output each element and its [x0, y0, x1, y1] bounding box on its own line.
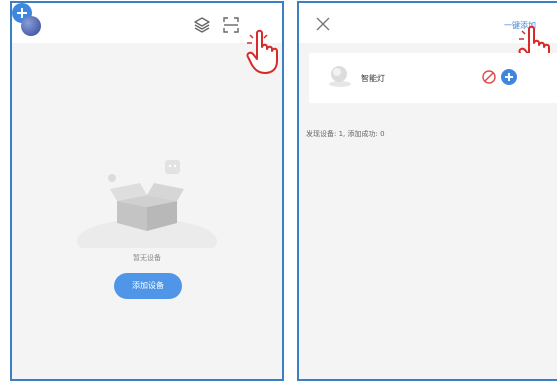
- discovery-screen: 一键添加 智能灯 发现设备: 1, 添加成功: 0: [297, 1, 557, 381]
- empty-box-illustration: [77, 160, 217, 248]
- avatar[interactable]: [21, 16, 41, 36]
- discovery-status: 发现设备: 1, 添加成功: 0: [306, 130, 385, 138]
- top-bar: [12, 3, 282, 43]
- layers-icon[interactable]: [192, 15, 212, 35]
- pointing-hand-icon: [246, 29, 278, 74]
- device-name: 智能灯: [361, 74, 385, 83]
- empty-state-text: 暂无设备: [133, 254, 161, 262]
- device-list-screen: 暂无设备 添加设备: [10, 1, 284, 381]
- scan-icon[interactable]: [221, 15, 241, 35]
- device-card[interactable]: 智能灯: [309, 53, 557, 103]
- lamp-icon: [329, 66, 351, 87]
- add-device-icon[interactable]: [501, 69, 517, 85]
- close-icon[interactable]: [316, 17, 330, 31]
- add-device-button[interactable]: 添加设备: [114, 273, 182, 299]
- block-icon[interactable]: [482, 70, 496, 84]
